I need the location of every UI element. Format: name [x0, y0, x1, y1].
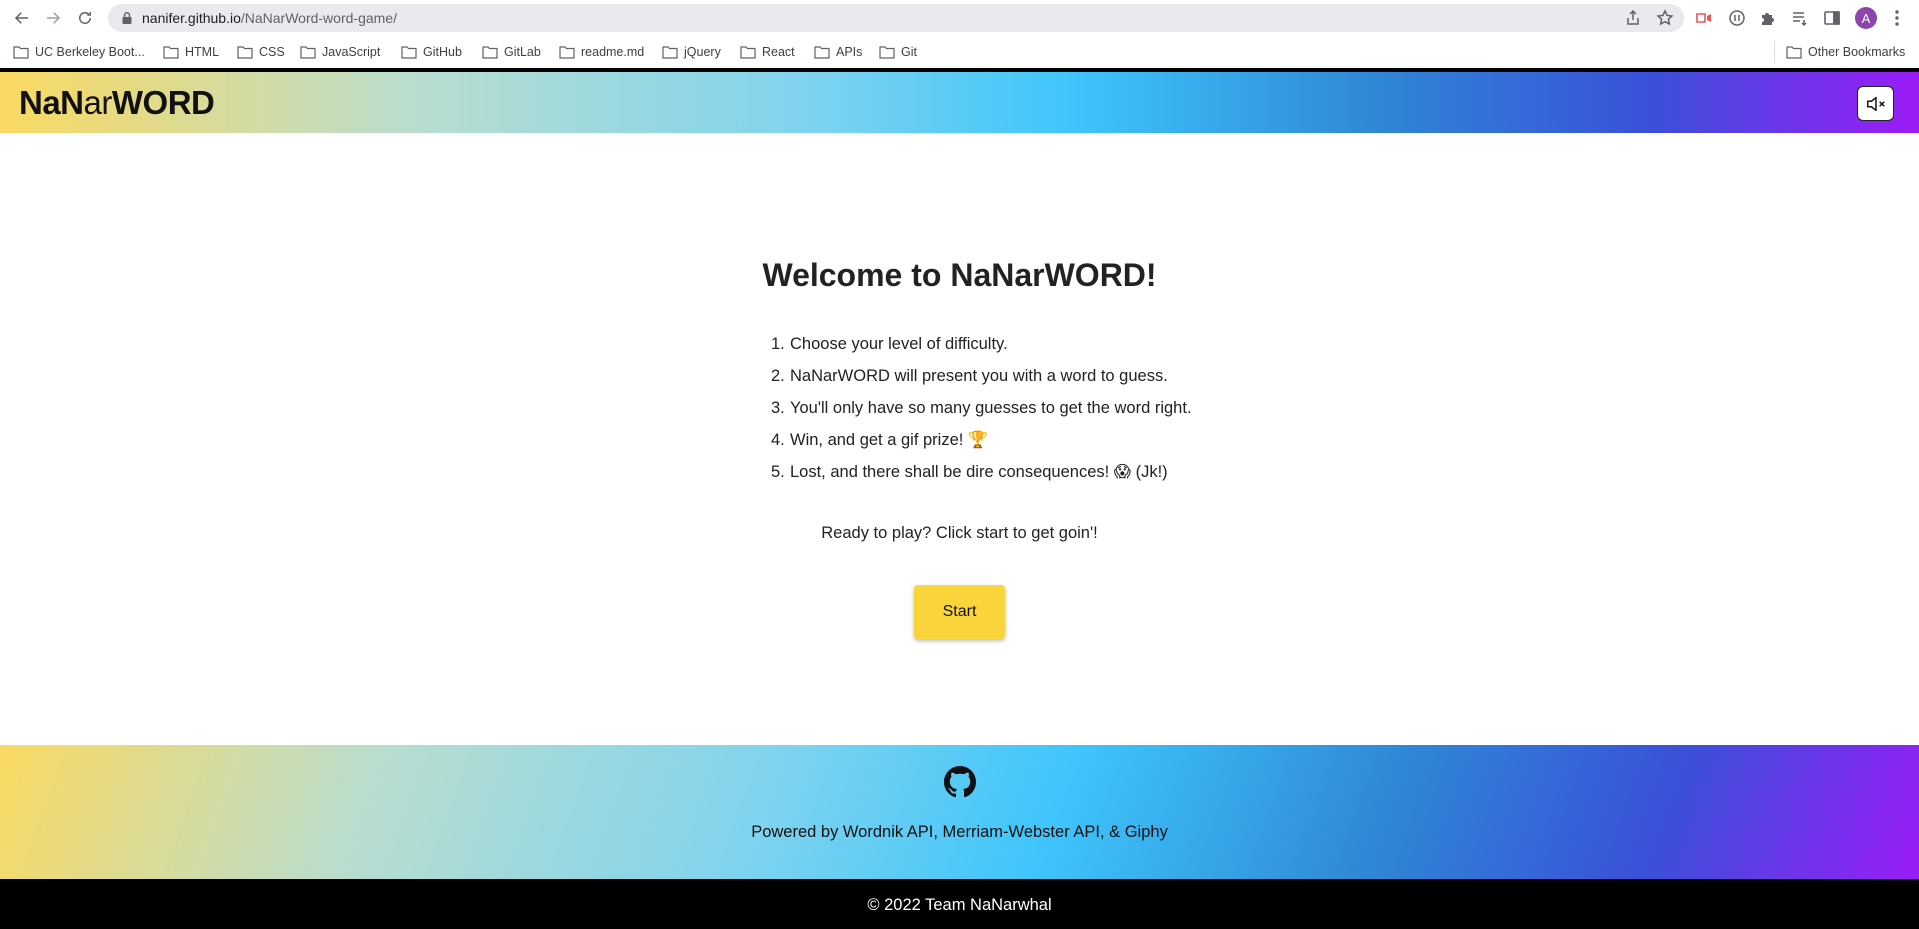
- folder-icon: [401, 46, 417, 59]
- copyright-text: © 2022 Team NaNarwhal: [867, 896, 1052, 914]
- share-icon[interactable]: [1624, 9, 1642, 27]
- bookmark-label: GitLab: [504, 45, 541, 59]
- welcome-brand-3: WORD: [1044, 257, 1146, 293]
- folder-icon: [662, 46, 678, 59]
- instruction-item: 3. You'll only have so many guesses to ge…: [771, 398, 1192, 430]
- extension-info-icon[interactable]: [1727, 8, 1747, 28]
- powered-by-text: Powered by Wordnik API, Merriam-Webster …: [751, 823, 1168, 841]
- instruction-text: Lost, and there shall be dire consequenc…: [790, 463, 1168, 481]
- bookmark-label: readme.md: [581, 45, 645, 59]
- bookmark-folder[interactable]: JavaScript: [300, 41, 380, 63]
- folder-icon: [13, 46, 29, 59]
- bookmark-folder[interactable]: CSS: [237, 41, 285, 63]
- bookmark-label: UC Berkeley Boot...: [35, 45, 145, 59]
- bookmark-label: APIs: [836, 45, 863, 59]
- instruction-number: 4.: [771, 431, 785, 449]
- other-bookmarks-label: Other Bookmarks: [1808, 45, 1906, 59]
- instruction-number: 5.: [771, 463, 785, 481]
- bookmark-folder[interactable]: readme.md: [559, 41, 644, 63]
- copyright-bar: © 2022 Team NaNarwhal: [0, 879, 1919, 929]
- bookmark-label: HTML: [185, 45, 220, 59]
- folder-icon: [1786, 46, 1802, 59]
- welcome-brand-1: NaN: [950, 257, 1015, 293]
- bookmark-label: CSS: [259, 45, 285, 59]
- bookmarks-divider: [1774, 41, 1775, 63]
- url-host: nanifer.github.io: [142, 10, 241, 26]
- folder-icon: [814, 46, 830, 59]
- bookmark-folder[interactable]: APIs: [814, 41, 862, 63]
- profile-avatar[interactable]: A: [1855, 7, 1877, 29]
- bookmark-label: GitHub: [423, 45, 462, 59]
- folder-icon: [163, 46, 179, 59]
- site-logo[interactable]: NaNarWORD: [19, 84, 215, 122]
- extensions-puzzle-icon[interactable]: [1758, 8, 1778, 28]
- site-footer: Powered by Wordnik API, Merriam-Webster …: [0, 745, 1919, 879]
- instructions-list: 1. Choose your level of difficulty. 2. NaN…: [771, 334, 1192, 494]
- bookmark-label: jQuery: [684, 45, 721, 59]
- instruction-item: 2. NaNarWORD will present you with a word…: [771, 366, 1192, 398]
- bookmark-folder[interactable]: GitHub: [401, 41, 462, 63]
- instruction-item: 1. Choose your level of difficulty.: [771, 334, 1192, 366]
- logo-part-1: NaN: [19, 84, 84, 121]
- bookmark-label: JavaScript: [322, 45, 381, 59]
- instruction-item: 4. Win, and get a gif prize! 🏆: [771, 430, 1192, 462]
- reading-list-icon[interactable]: [1790, 8, 1810, 28]
- ready-prompt: Ready to play? Click start to get goin'!: [821, 524, 1098, 542]
- instruction-item: 5. Lost, and there shall be dire conseque…: [771, 462, 1192, 494]
- bookmark-folder[interactable]: HTML: [163, 41, 219, 63]
- bookmark-label: React: [762, 45, 795, 59]
- instruction-text: Choose your level of difficulty.: [790, 335, 1008, 353]
- side-panel-icon[interactable]: [1822, 8, 1842, 28]
- bookmark-folder[interactable]: UC Berkeley Boot...: [13, 41, 145, 63]
- instruction-text: NaNarWORD will present you with a word t…: [790, 367, 1168, 385]
- instruction-number: 2.: [771, 367, 785, 385]
- welcome-brand-2: ar: [1014, 257, 1045, 293]
- bookmark-folder[interactable]: jQuery: [662, 41, 721, 63]
- browser-toolbar: nanifer.github.io/NaNarWord-word-game/ A: [0, 0, 1919, 36]
- speaker-muted-icon: [1866, 96, 1885, 111]
- folder-icon: [879, 46, 895, 59]
- bookmark-folder[interactable]: GitLab: [482, 41, 541, 63]
- folder-icon: [300, 46, 316, 59]
- lock-icon: [122, 12, 132, 24]
- forward-icon[interactable]: [41, 6, 65, 30]
- other-bookmarks[interactable]: Other Bookmarks: [1786, 41, 1905, 63]
- site-header: NaNarWORD: [0, 72, 1919, 133]
- extension-cast-icon[interactable]: [1694, 8, 1714, 28]
- folder-icon: [482, 46, 498, 59]
- folder-icon: [237, 46, 253, 59]
- github-icon[interactable]: [944, 766, 976, 798]
- url-path: /NaNarWord-word-game/: [240, 10, 397, 26]
- instruction-number: 3.: [771, 399, 785, 417]
- logo-part-2: ar: [83, 84, 113, 121]
- url-text: nanifer.github.io/NaNarWord-word-game/: [142, 10, 397, 26]
- logo-part-3: WORD: [111, 84, 215, 121]
- address-bar[interactable]: nanifer.github.io/NaNarWord-word-game/: [108, 4, 1684, 32]
- instruction-number: 1.: [771, 335, 785, 353]
- mute-button[interactable]: [1857, 86, 1894, 121]
- welcome-suffix: !: [1145, 257, 1157, 293]
- bookmark-folder[interactable]: React: [740, 41, 795, 63]
- bookmark-label: Git: [901, 45, 917, 59]
- bookmark-folder[interactable]: Git: [879, 41, 917, 63]
- folder-icon: [559, 46, 575, 59]
- welcome-heading: Welcome to NaNarWORD!: [0, 255, 1919, 295]
- bookmark-star-icon[interactable]: [1656, 9, 1674, 27]
- bookmarks-bar: UC Berkeley Boot... HTML CSS JavaScript …: [0, 36, 1919, 68]
- more-menu-icon[interactable]: [1887, 8, 1907, 28]
- back-icon[interactable]: [10, 6, 34, 30]
- folder-icon: [740, 46, 756, 59]
- start-button[interactable]: Start: [914, 585, 1005, 639]
- reload-icon[interactable]: [73, 6, 97, 30]
- welcome-prefix: Welcome to: [762, 257, 951, 293]
- instruction-text: Win, and get a gif prize! 🏆: [790, 431, 989, 449]
- instruction-text: You'll only have so many guesses to get …: [790, 399, 1192, 417]
